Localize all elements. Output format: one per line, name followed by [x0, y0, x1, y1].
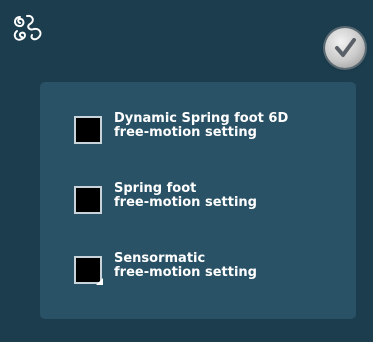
- checkbox-dynamic-spring-foot-6d[interactable]: [74, 116, 102, 144]
- checkmark-icon: [335, 38, 356, 57]
- option-label-line2: free-motion setting: [114, 195, 257, 210]
- option-label: Sensormatic free-motion setting: [114, 252, 344, 280]
- option-label-line1: Spring foot: [114, 181, 197, 196]
- options-panel: Dynamic Spring foot 6D free-motion setti…: [40, 82, 356, 319]
- option-label-line1: Sensormatic: [114, 251, 206, 266]
- free-motion-icon: [10, 11, 46, 47]
- checkbox-spring-foot[interactable]: [74, 186, 102, 214]
- free-motion-settings-window: Dynamic Spring foot 6D free-motion setti…: [0, 0, 375, 342]
- option-label-line2: free-motion setting: [114, 265, 257, 280]
- checkbox-sensormatic[interactable]: [74, 256, 103, 285]
- option-label: Dynamic Spring foot 6D free-motion setti…: [114, 112, 344, 140]
- option-label-line2: free-motion setting: [114, 125, 257, 140]
- dropdown-corner-icon: [96, 278, 103, 285]
- option-dynamic-spring-foot-6d[interactable]: Dynamic Spring foot 6D free-motion setti…: [74, 112, 344, 152]
- option-sensormatic[interactable]: Sensormatic free-motion setting: [74, 252, 344, 292]
- option-label: Spring foot free-motion setting: [114, 182, 344, 210]
- option-spring-foot[interactable]: Spring foot free-motion setting: [74, 182, 344, 222]
- option-label-line1: Dynamic Spring foot 6D: [114, 111, 289, 126]
- ok-button[interactable]: [325, 28, 365, 68]
